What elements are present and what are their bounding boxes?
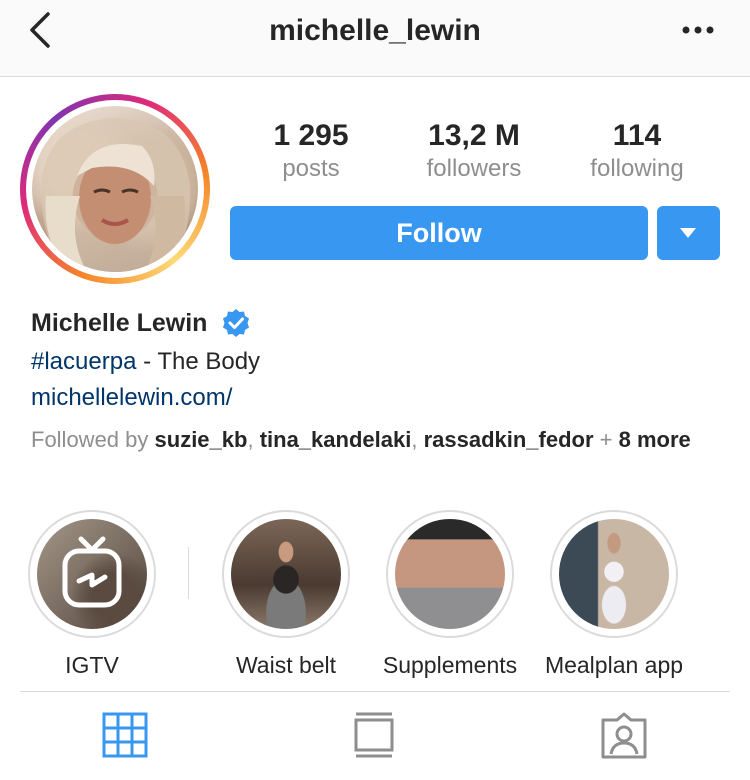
follow-button[interactable]: Follow	[230, 206, 648, 260]
tagged-icon[interactable]	[600, 712, 648, 760]
highlight-mealplan-app[interactable]: Mealplan app	[545, 510, 683, 679]
following-stat[interactable]: 114 following	[562, 118, 712, 184]
followed-by-prefix: Followed by	[31, 427, 155, 452]
avatar-photo	[32, 106, 198, 272]
more-options-icon[interactable]	[678, 20, 718, 40]
separator: ,	[247, 427, 260, 452]
highlight-label: Mealplan app	[544, 652, 684, 678]
following-count: 114	[612, 119, 662, 152]
highlight-label: Supplements	[382, 652, 518, 678]
highlight-label: IGTV	[65, 652, 119, 678]
caret-down-icon	[680, 228, 696, 238]
followers-label: followers	[426, 155, 522, 182]
posts-stat: 1 295 posts	[236, 118, 386, 184]
grid-icon[interactable]	[102, 712, 148, 758]
username-title: michelle_lewin	[269, 14, 481, 47]
tabs-divider	[20, 691, 730, 692]
bio-text: - The Body	[136, 348, 261, 375]
follower-link[interactable]: suzie_kb	[155, 427, 248, 452]
following-label: following	[590, 155, 684, 182]
followers-count: 13,2 M	[428, 119, 520, 152]
follower-link[interactable]: tina_kandelaki	[260, 427, 412, 452]
highlight-waist-belt[interactable]: Waist belt	[221, 510, 351, 679]
bio-hashtag-link[interactable]: #lacuerpa	[31, 348, 136, 375]
website-link[interactable]: michellelewin.com/	[31, 384, 232, 412]
highlight-cover-mealplan-app	[559, 519, 669, 629]
separator: ,	[411, 427, 424, 452]
suggestions-dropdown-button[interactable]	[657, 206, 720, 260]
highlight-cover-supplements	[395, 519, 505, 629]
followed-by-text[interactable]: Followed by suzie_kb, tina_kandelaki, ra…	[31, 426, 721, 453]
igtv-icon	[62, 536, 122, 608]
highlight-cover-waist-belt	[231, 519, 341, 629]
followed-more-link[interactable]: 8 more	[619, 427, 691, 452]
follower-link[interactable]: rassadkin_fedor	[424, 427, 594, 452]
highlight-divider	[188, 547, 189, 599]
posts-count: 1 295	[273, 119, 349, 152]
verified-badge-icon	[223, 309, 249, 337]
posts-label: posts	[282, 155, 340, 182]
profile-avatar[interactable]	[20, 94, 210, 284]
bio-line: #lacuerpa - The Body	[31, 348, 260, 376]
feed-icon[interactable]	[354, 712, 394, 758]
top-nav-bar: michelle_lewin	[0, 0, 750, 77]
followers-stat[interactable]: 13,2 M followers	[399, 118, 549, 184]
highlight-supplements[interactable]: Supplements	[383, 510, 517, 679]
profile-name: Michelle Lewin	[31, 309, 208, 337]
plus-separator: +	[593, 427, 619, 452]
highlight-igtv[interactable]: IGTV	[27, 510, 157, 679]
highlight-label: Waist belt	[235, 652, 337, 678]
